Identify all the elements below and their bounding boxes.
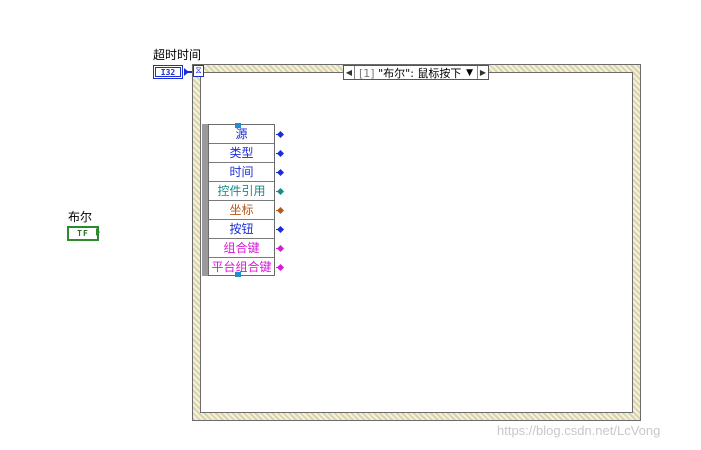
- event-data-node[interactable]: 源类型时间控件引用坐标按钮组合键平台组合键: [208, 124, 285, 277]
- hourglass-icon[interactable]: ⧖: [193, 65, 204, 77]
- event-data-row[interactable]: 平台组合键: [209, 258, 285, 277]
- node-top-resize-handle[interactable]: [235, 123, 241, 128]
- previous-case-icon[interactable]: ◀: [344, 66, 355, 79]
- event-data-row[interactable]: 时间: [209, 163, 285, 182]
- i32-type-label: I32: [160, 67, 176, 77]
- event-data-label: 坐标: [229, 203, 254, 217]
- event-data-label: 源: [235, 127, 248, 141]
- boolean-tf-terminal[interactable]: TF: [67, 226, 99, 241]
- case-index: [1]: [359, 66, 375, 80]
- event-data-label: 时间: [229, 165, 254, 179]
- case-name: "布尔": 鼠标按下: [378, 66, 462, 80]
- watermark: https://blog.csdn.net/LcVong: [497, 423, 661, 438]
- event-data-label: 类型: [229, 146, 254, 160]
- event-data-row[interactable]: 坐标: [209, 201, 285, 220]
- case-dropdown-icon[interactable]: ▼: [466, 68, 477, 78]
- event-data-row[interactable]: 按钮: [209, 220, 285, 239]
- event-data-row[interactable]: 源: [209, 125, 285, 144]
- tf-type-label: TF: [77, 229, 89, 238]
- event-data-row[interactable]: 控件引用: [209, 182, 285, 201]
- timeout-label: 超时时间: [153, 48, 202, 62]
- event-data-label: 控件引用: [217, 184, 266, 198]
- event-data-label: 平台组合键: [211, 260, 272, 274]
- boolean-output-arrow-icon: [96, 228, 100, 236]
- boolean-label: 布尔: [68, 210, 93, 224]
- timeout-i32-terminal[interactable]: I32: [153, 65, 183, 79]
- event-data-row[interactable]: 类型: [209, 144, 285, 163]
- event-data-row[interactable]: 组合键: [209, 239, 285, 258]
- event-case-selector[interactable]: ◀ [1] "布尔": 鼠标按下 ▼ ▶: [343, 65, 489, 80]
- event-data-label: 按钮: [229, 222, 254, 236]
- node-bottom-resize-handle[interactable]: [235, 272, 241, 277]
- next-case-icon[interactable]: ▶: [477, 66, 488, 79]
- event-data-label: 组合键: [223, 241, 260, 255]
